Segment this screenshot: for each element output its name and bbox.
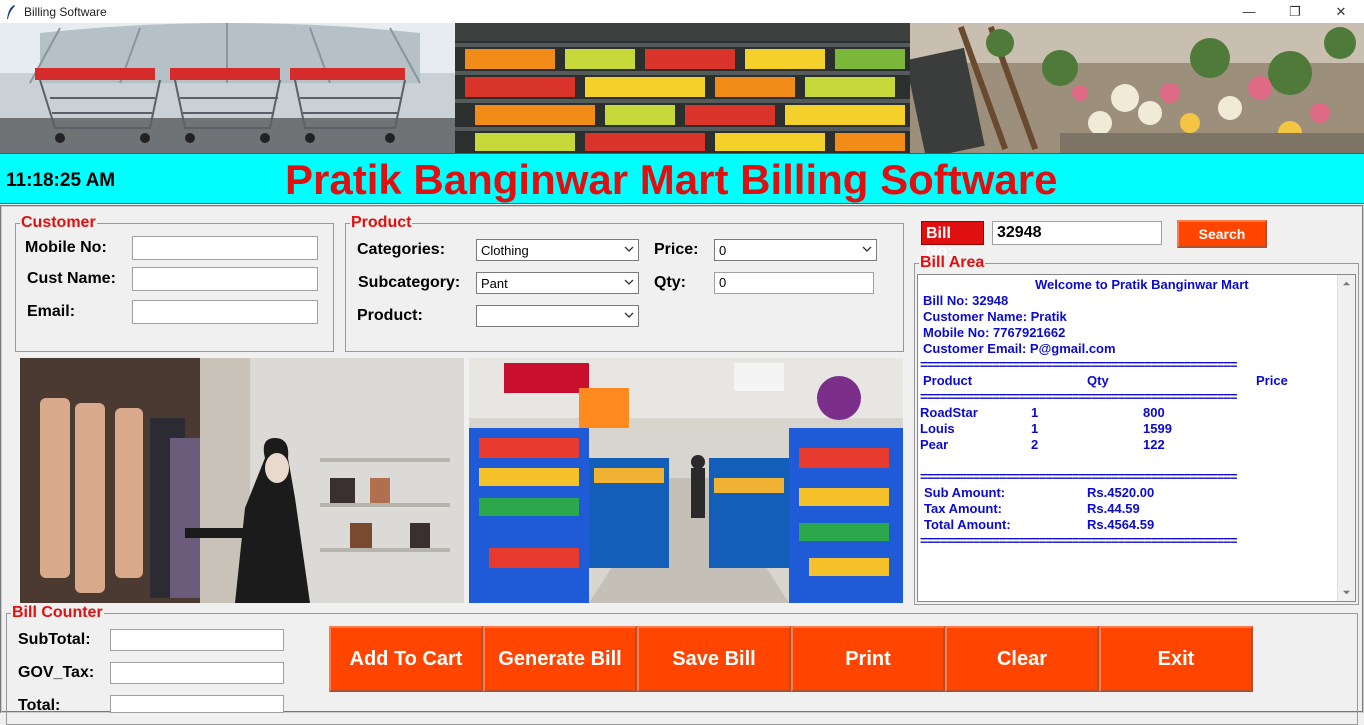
subcategory-value: Pant — [481, 276, 508, 291]
bill-email: Customer Email: P@gmail.com — [923, 341, 1116, 356]
subcategory-label: Subcategory: — [358, 274, 461, 291]
bill-item-product: Pear — [920, 437, 949, 452]
save-bill-button[interactable]: Save Bill — [637, 626, 791, 692]
price-select[interactable]: 0 — [714, 239, 877, 261]
bill-total-value: Rs.4564.59 — [1087, 517, 1155, 532]
email-label: Email: — [27, 303, 76, 320]
chevron-down-icon — [624, 312, 634, 318]
chevron-down-icon — [862, 246, 872, 252]
subtotal-label: SubTotal: — [18, 631, 91, 648]
email-field[interactable] — [132, 300, 318, 324]
bill-tax-label: Tax Amount: — [924, 501, 1002, 516]
categories-select[interactable]: Clothing — [476, 239, 639, 261]
product-select[interactable] — [476, 305, 639, 327]
mobile-label: Mobile No: — [25, 239, 107, 256]
categories-value: Clothing — [481, 243, 529, 258]
product-legend: Product — [351, 214, 412, 231]
bill-item-price: 1599 — [1143, 421, 1172, 436]
banner-image-flower-shop — [910, 23, 1364, 153]
exit-button[interactable]: Exit — [1099, 626, 1253, 692]
bill-total-label: Total Amount: — [924, 517, 1011, 532]
bill-no-field[interactable]: 32948 — [992, 221, 1162, 245]
product-label: Product: — [357, 307, 423, 324]
qty-field[interactable]: 0 — [714, 272, 874, 294]
bill-item-price: 800 — [1143, 405, 1165, 420]
bill-item-qty: 1 — [1031, 421, 1039, 436]
bill-item-qty: 2 — [1031, 437, 1039, 452]
app-header: 11:18:25 AM Pratik Banginwar Mart Billin… — [0, 153, 1364, 204]
bill-sub-value: Rs.4520.00 — [1087, 485, 1155, 500]
categories-label: Categories: — [357, 241, 446, 258]
cust-name-field[interactable] — [132, 267, 318, 291]
bill-mobile: Mobile No: 7767921662 — [923, 325, 1066, 340]
bill-item-product: RoadStar — [920, 405, 978, 420]
maximize-icon[interactable]: ❐ — [1272, 0, 1318, 23]
customer-legend: Customer — [21, 214, 96, 231]
clothing-store-image — [20, 358, 464, 603]
minimize-icon[interactable]: — — [1226, 0, 1272, 23]
bill-header-qty: Qty — [1087, 373, 1109, 388]
banner-image-carts — [0, 23, 455, 153]
mobile-field[interactable] — [132, 236, 318, 260]
bill-scrollbar[interactable] — [1337, 275, 1355, 601]
bill-no-label: Bill No: — [921, 221, 984, 260]
bill-area-legend: Bill Area — [920, 254, 985, 271]
clear-button[interactable]: Clear — [945, 626, 1099, 692]
scroll-up-icon[interactable] — [1342, 279, 1351, 288]
bill-tax-value: Rs.44.59 — [1087, 501, 1140, 516]
close-icon[interactable]: ✕ — [1318, 0, 1364, 23]
bill-customer-name: Customer Name: Pratik — [923, 309, 1067, 324]
qty-label: Qty: — [654, 274, 686, 291]
bill-number: Bill No: 32948 — [923, 293, 1009, 308]
total-label: Total: — [18, 697, 61, 714]
feather-icon — [7, 4, 15, 19]
app-title: Pratik Banginwar Mart Billing Software — [285, 156, 1058, 203]
add-to-cart-button[interactable]: Add To Cart — [329, 626, 483, 692]
subtotal-field[interactable] — [110, 629, 284, 651]
supermarket-aisle-image — [469, 358, 903, 603]
bill-separator: ========================================… — [920, 469, 1237, 484]
subcategory-select[interactable]: Pant — [476, 272, 639, 294]
bill-sub-label: Sub Amount: — [924, 485, 1006, 500]
generate-bill-button[interactable]: Generate Bill — [483, 626, 637, 692]
bill-welcome: Welcome to Pratik Banginwar Mart — [1035, 277, 1249, 292]
scroll-down-icon[interactable] — [1342, 588, 1351, 597]
bill-text-area[interactable]: Welcome to Pratik Banginwar Mart Bill No… — [917, 274, 1356, 602]
price-label: Price: — [654, 241, 699, 258]
bill-item-price: 122 — [1143, 437, 1165, 452]
bill-header-product: Product — [923, 373, 973, 388]
price-value: 0 — [719, 243, 727, 258]
bill-separator: ========================================… — [920, 533, 1237, 548]
window-title: Billing Software — [24, 4, 107, 19]
gov-tax-field[interactable] — [110, 662, 284, 684]
bill-separator: ========================================… — [920, 357, 1237, 372]
bill-separator: ========================================… — [920, 389, 1237, 404]
bill-item-product: Louis — [920, 421, 955, 436]
clock: 11:18:25 AM — [6, 170, 116, 191]
bill-counter-legend: Bill Counter — [12, 604, 103, 621]
gov-tax-label: GOV_Tax: — [18, 664, 95, 681]
chevron-down-icon — [624, 279, 634, 285]
bill-item-qty: 1 — [1031, 405, 1039, 420]
print-button[interactable]: Print — [791, 626, 945, 692]
window-titlebar: Billing Software — ❐ ✕ — [0, 0, 1364, 23]
chevron-down-icon — [624, 246, 634, 252]
total-field[interactable] — [110, 695, 284, 713]
banner-image-fruit-shelves — [455, 23, 910, 153]
search-button[interactable]: Search — [1177, 220, 1267, 248]
cust-name-label: Cust Name: — [27, 270, 116, 287]
bill-header-price: Price — [1256, 373, 1288, 388]
